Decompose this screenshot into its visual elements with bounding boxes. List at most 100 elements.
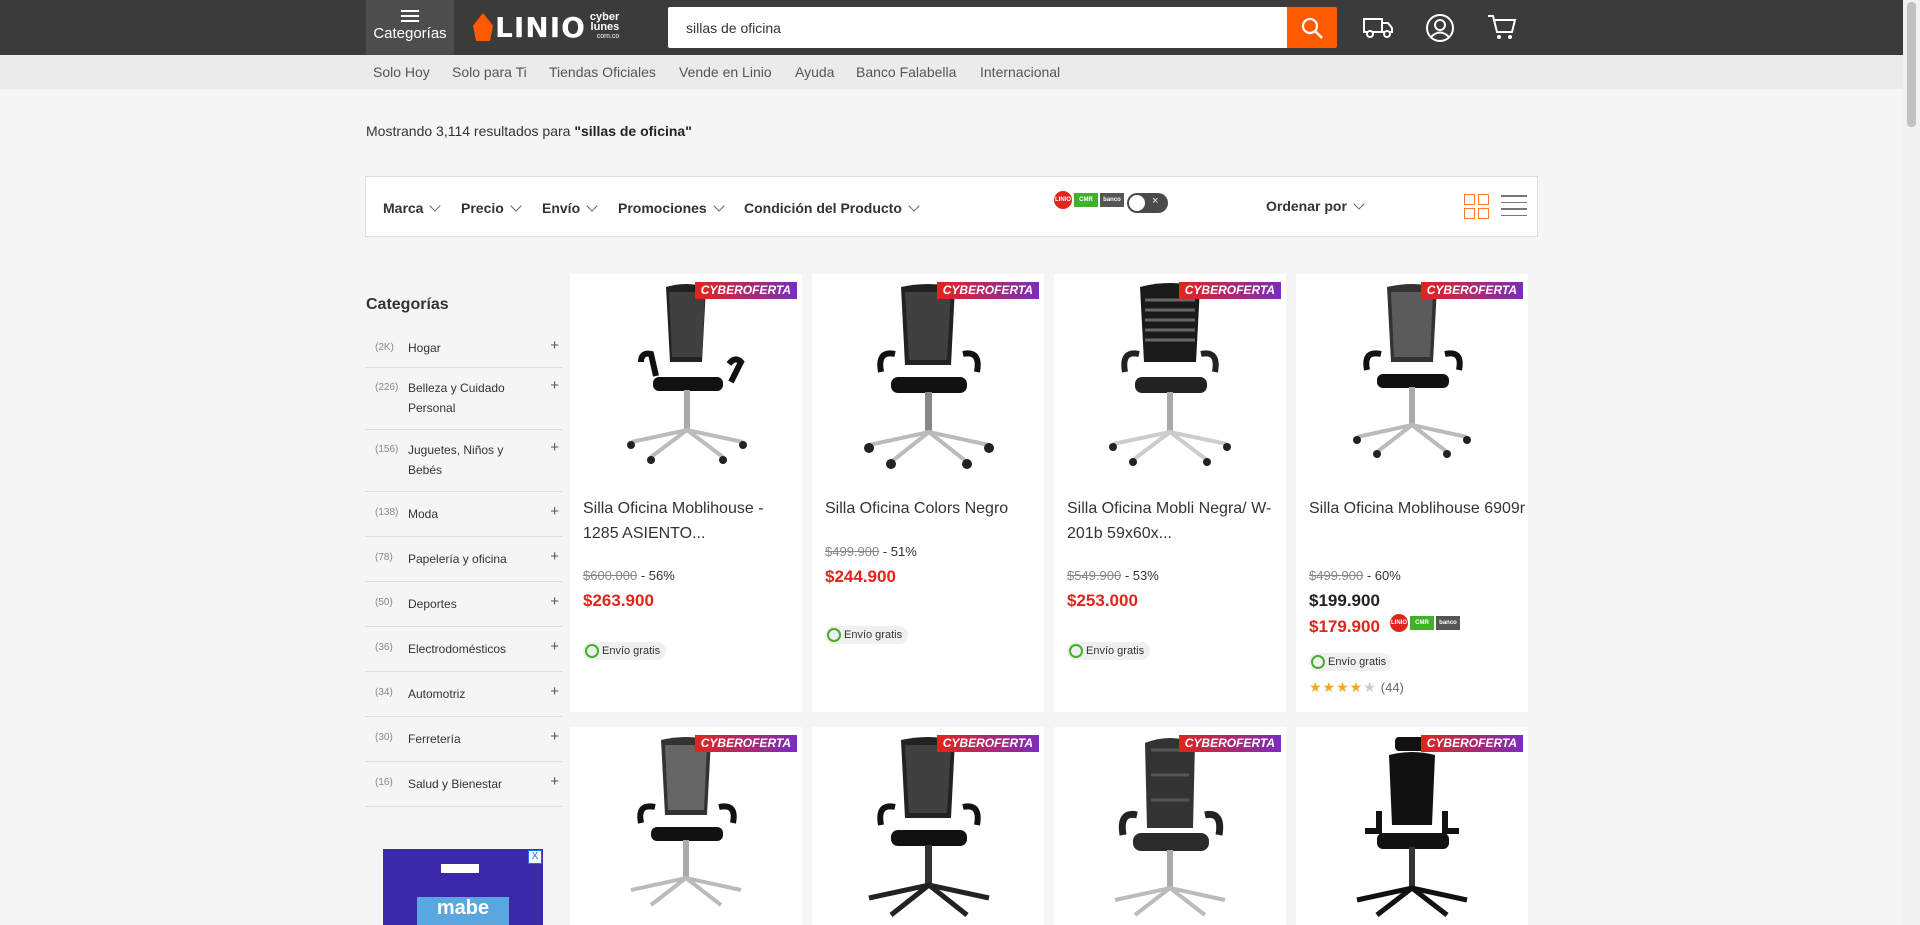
expand-icon: + xyxy=(550,683,559,700)
expand-icon: + xyxy=(550,439,559,456)
category-item-ferreteria[interactable]: (30) Ferretería + xyxy=(365,717,562,762)
nav-ayuda[interactable]: Ayuda xyxy=(795,64,834,80)
bank-badge: banco xyxy=(1436,616,1460,630)
expand-icon: + xyxy=(550,773,559,790)
expand-icon: + xyxy=(550,503,559,520)
cmr-payment-badges: LINIO CMR banco xyxy=(1390,614,1462,632)
product-name[interactable]: Silla Oficina Colors Negro xyxy=(825,496,1040,521)
ad-decoration xyxy=(441,864,479,873)
nav-tiendas-oficiales[interactable]: Tiendas Oficiales xyxy=(549,64,656,80)
cyberoferta-badge: CYBEROFERTA xyxy=(936,735,1039,752)
product-name[interactable]: Silla Oficina Moblihouse - 1285 ASIENTO.… xyxy=(583,496,798,546)
cyberoferta-badge: CYBEROFERTA xyxy=(694,282,797,299)
cyberoferta-badge: CYBEROFERTA xyxy=(1420,282,1523,299)
product-price: $253.000 xyxy=(1067,591,1138,610)
sidebar-ad-banner[interactable]: X mabe xyxy=(383,849,543,925)
review-count: (44) xyxy=(1380,680,1404,695)
chevron-down-icon xyxy=(429,200,442,212)
filter-promociones[interactable]: Promociones xyxy=(618,200,725,216)
scrollbar-thumb[interactable] xyxy=(1907,2,1916,127)
chevron-down-icon xyxy=(713,200,725,212)
category-item-automotriz[interactable]: (34) Automotriz + xyxy=(365,672,562,717)
product-card[interactable]: CYBEROFERTA xyxy=(1296,727,1528,925)
results-summary: Mostrando 3,114 resultados para "sillas … xyxy=(366,123,692,139)
expand-icon: + xyxy=(550,377,559,394)
product-price: $263.900 xyxy=(583,591,654,610)
filter-marca[interactable]: Marca xyxy=(383,200,442,216)
sidebar-title: Categorías xyxy=(366,296,449,313)
chevron-down-icon xyxy=(510,200,522,212)
page-scrollbar[interactable] xyxy=(1903,0,1920,925)
linio-logo[interactable]: LINIO cyber lunes com.co xyxy=(473,9,619,45)
truck-icon[interactable] xyxy=(1362,13,1394,41)
expand-icon: + xyxy=(550,593,559,610)
nav-solo-hoy[interactable]: Solo Hoy xyxy=(373,64,430,80)
nav-vende-en-linio[interactable]: Vende en Linio xyxy=(679,64,772,80)
product-name[interactable]: Silla Oficina Mobli Negra/ W-201b 59x60x… xyxy=(1067,496,1282,546)
chevron-down-icon xyxy=(908,200,920,212)
top-header: Categorías LINIO cyber lunes com.co xyxy=(0,0,1920,55)
linio-card-badge: LINIO xyxy=(1390,614,1408,632)
product-image xyxy=(1353,284,1471,458)
toggle-off-icon: × xyxy=(1152,195,1159,207)
user-account-icon[interactable] xyxy=(1425,13,1455,43)
search-icon xyxy=(1301,17,1323,39)
flame-icon xyxy=(473,13,493,41)
product-image xyxy=(630,737,742,907)
nav-banco-falabella[interactable]: Banco Falabella xyxy=(856,64,956,80)
ad-close-icon[interactable]: X xyxy=(528,850,542,864)
ad-brand-text: mabe xyxy=(417,897,509,925)
categories-menu-button[interactable]: Categorías xyxy=(366,0,454,55)
cyberoferta-badge: CYBEROFERTA xyxy=(936,282,1039,299)
product-card[interactable]: CYBEROFERTA xyxy=(570,727,802,925)
category-item-hogar[interactable]: (2K) Hogar + xyxy=(365,328,562,368)
filter-bar: Marca Precio Envío Promociones Condición… xyxy=(365,176,1538,237)
category-item-deportes[interactable]: (50) Deportes + xyxy=(365,582,562,627)
old-price: $549.900 - 53% xyxy=(1067,568,1159,583)
filter-precio[interactable]: Precio xyxy=(461,200,522,216)
category-item-salud[interactable]: (16) Salud y Bienestar + xyxy=(365,762,562,807)
product-card[interactable]: CYBEROFERTA Silla Oficina Moblihouse - 1… xyxy=(570,274,802,712)
sort-dropdown[interactable]: Ordenar por xyxy=(1266,198,1365,214)
category-item-juguetes[interactable]: (156) Juguetes, Niños y Bebés + xyxy=(365,430,562,492)
product-price: $244.900 xyxy=(825,567,896,586)
product-card[interactable]: CYBEROFERTA xyxy=(812,727,1044,925)
old-price: $499.900 - 51% xyxy=(825,544,917,559)
product-image xyxy=(868,737,990,917)
old-price: $600.000 - 56% xyxy=(583,568,675,583)
product-card[interactable]: CYBEROFERTA xyxy=(1054,727,1286,925)
nav-internacional[interactable]: Internacional xyxy=(980,64,1060,80)
filter-envio[interactable]: Envío xyxy=(542,200,598,216)
category-list: (2K) Hogar + (226) Belleza y Cuidado Person… xyxy=(365,328,562,807)
category-item-papeleria[interactable]: (78) Papelería y oficina + xyxy=(365,537,562,582)
product-card[interactable]: CYBEROFERTA Silla Oficina Mobli Negra/ W… xyxy=(1054,274,1286,712)
category-item-electrodomesticos[interactable]: (36) Electrodomésticos + xyxy=(365,627,562,672)
cyberoferta-badge: CYBEROFERTA xyxy=(1420,735,1523,752)
product-card[interactable]: CYBEROFERTA Silla Oficina Colors Negro $… xyxy=(812,274,1044,712)
free-shipping-badge: Envío gratis xyxy=(583,642,667,660)
product-image xyxy=(1114,738,1226,917)
regular-price: $199.900 xyxy=(1309,591,1380,610)
search-input[interactable] xyxy=(668,7,1288,48)
expand-icon: + xyxy=(550,548,559,565)
product-card[interactable]: CYBEROFERTA Silla Oficina Moblihouse 690… xyxy=(1296,274,1528,712)
list-view-icon[interactable] xyxy=(1501,195,1527,217)
product-image xyxy=(864,284,994,469)
shipping-icon xyxy=(1069,644,1083,658)
product-image xyxy=(627,284,747,464)
product-name[interactable]: Silla Oficina Moblihouse 6909r Negra 55x… xyxy=(1309,496,1528,521)
shopping-cart-icon[interactable] xyxy=(1487,13,1517,41)
linio-card-badge: LINIO xyxy=(1054,191,1072,209)
results-query: "sillas de oficina" xyxy=(574,123,692,139)
cyberoferta-badge: CYBEROFERTA xyxy=(1178,735,1281,752)
category-item-belleza[interactable]: (226) Belleza y Cuidado Personal + xyxy=(365,368,562,430)
search-button[interactable] xyxy=(1287,7,1337,48)
category-item-moda[interactable]: (138) Moda + xyxy=(365,492,562,537)
nav-solo-para-ti[interactable]: Solo para Ti xyxy=(452,64,527,80)
toggle-knob xyxy=(1129,195,1145,211)
cyberoferta-badge: CYBEROFERTA xyxy=(1178,282,1281,299)
grid-view-icon[interactable] xyxy=(1464,194,1489,219)
cmr-price-toggle[interactable]: × xyxy=(1127,193,1168,213)
product-image xyxy=(1109,283,1231,466)
filter-condicion[interactable]: Condición del Producto xyxy=(744,200,920,216)
